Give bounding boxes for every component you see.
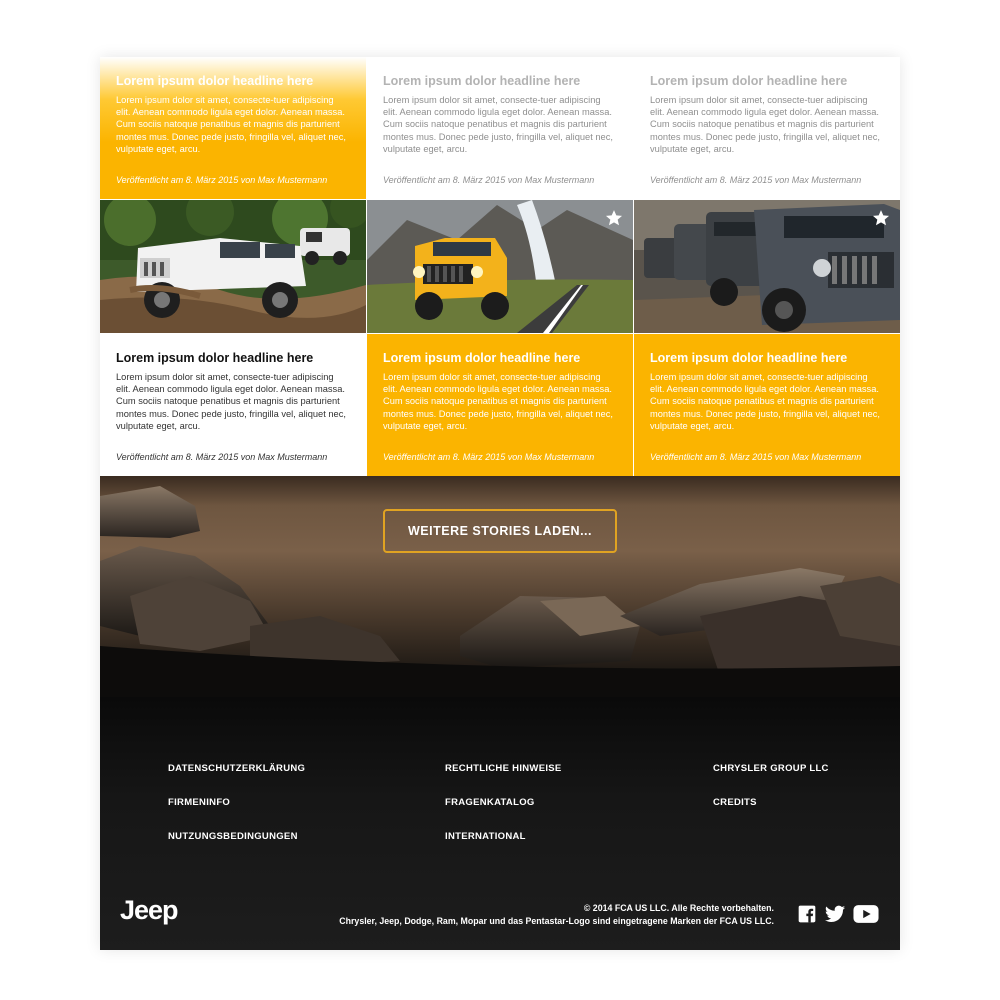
footer-link-datenschutz[interactable]: DATENSCHUTZERKLÄRUNG [168, 763, 305, 774]
story-headline[interactable]: Lorem ipsum dolor headline here [116, 73, 350, 89]
story-meta: Veröffentlicht am 8. März 2015 von Max M… [116, 452, 328, 462]
copyright-text: © 2014 FCA US LLC. Alle Rechte vorbehalt… [583, 903, 774, 913]
jeep-logo[interactable]: Jeep [120, 895, 179, 926]
story-excerpt: Lorem ipsum dolor sit amet, consecte-tue… [383, 372, 613, 431]
footer [100, 697, 900, 950]
footer-link-nutzungsbedingungen[interactable]: NUTZUNGSBEDINGUNGEN [168, 831, 298, 842]
trademark-text: Chrysler, Jeep, Dodge, Ram, Mopar und da… [339, 916, 774, 926]
footer-link-chrysler-group[interactable]: CHRYSLER GROUP LLC [713, 763, 829, 774]
story-meta: Veröffentlicht am 8. März 2015 von Max M… [650, 452, 862, 462]
jeep-convoy-illustration [634, 200, 900, 333]
footer-link-international[interactable]: INTERNATIONAL [445, 831, 526, 842]
story-card-5[interactable]: Lorem ipsum dolor headline here Lorem ip… [367, 334, 633, 476]
story-headline[interactable]: Lorem ipsum dolor headline here [116, 350, 350, 366]
story-excerpt: Lorem ipsum dolor sit amet, consecte-tue… [650, 372, 880, 431]
jeep-road-illustration [367, 200, 633, 333]
story-headline[interactable]: Lorem ipsum dolor headline here [383, 73, 617, 89]
story-image-jeep-convoy[interactable] [634, 200, 900, 333]
story-headline[interactable]: Lorem ipsum dolor headline here [650, 350, 884, 366]
story-card-2[interactable]: Lorem ipsum dolor headline here Lorem ip… [367, 57, 633, 199]
load-more-stories-button[interactable]: WEITERE STORIES LADEN... [383, 509, 617, 553]
footer-link-rechtliche-hinweise[interactable]: RECHTLICHE HINWEISE [445, 763, 562, 774]
footer-link-credits[interactable]: CREDITS [713, 797, 757, 808]
story-image-jeep-road[interactable] [367, 200, 633, 333]
content-page: Lorem ipsum dolor headline here Lorem ip… [100, 57, 900, 950]
story-card-1[interactable]: Lorem ipsum dolor headline here Lorem ip… [100, 57, 366, 199]
story-image-jeep-mud[interactable] [100, 200, 366, 333]
story-card-4[interactable]: Lorem ipsum dolor headline here Lorem ip… [100, 334, 366, 476]
twitter-icon[interactable] [824, 903, 846, 925]
facebook-icon[interactable] [797, 903, 817, 925]
footer-link-firmeninfo[interactable]: FIRMENINFO [168, 797, 230, 808]
jeep-mud-illustration [100, 200, 366, 333]
story-meta: Veröffentlicht am 8. März 2015 von Max M… [383, 452, 595, 462]
story-headline[interactable]: Lorem ipsum dolor headline here [383, 350, 617, 366]
story-meta: Veröffentlicht am 8. März 2015 von Max M… [383, 175, 595, 185]
story-card-6[interactable]: Lorem ipsum dolor headline here Lorem ip… [634, 334, 900, 476]
story-meta: Veröffentlicht am 8. März 2015 von Max M… [650, 175, 862, 185]
story-excerpt: Lorem ipsum dolor sit amet, consecte-tue… [116, 372, 346, 431]
story-excerpt: Lorem ipsum dolor sit amet, consecte-tue… [116, 95, 346, 154]
story-meta: Veröffentlicht am 8. März 2015 von Max M… [116, 175, 328, 185]
star-icon[interactable] [872, 209, 890, 227]
story-excerpt: Lorem ipsum dolor sit amet, consecte-tue… [650, 95, 880, 154]
footer-link-fragenkatalog[interactable]: FRAGENKATALOG [445, 797, 535, 808]
youtube-icon[interactable] [853, 903, 879, 925]
story-card-3[interactable]: Lorem ipsum dolor headline here Lorem ip… [634, 57, 900, 199]
star-icon[interactable] [605, 209, 623, 227]
story-excerpt: Lorem ipsum dolor sit amet, consecte-tue… [383, 95, 613, 154]
story-headline[interactable]: Lorem ipsum dolor headline here [650, 73, 884, 89]
